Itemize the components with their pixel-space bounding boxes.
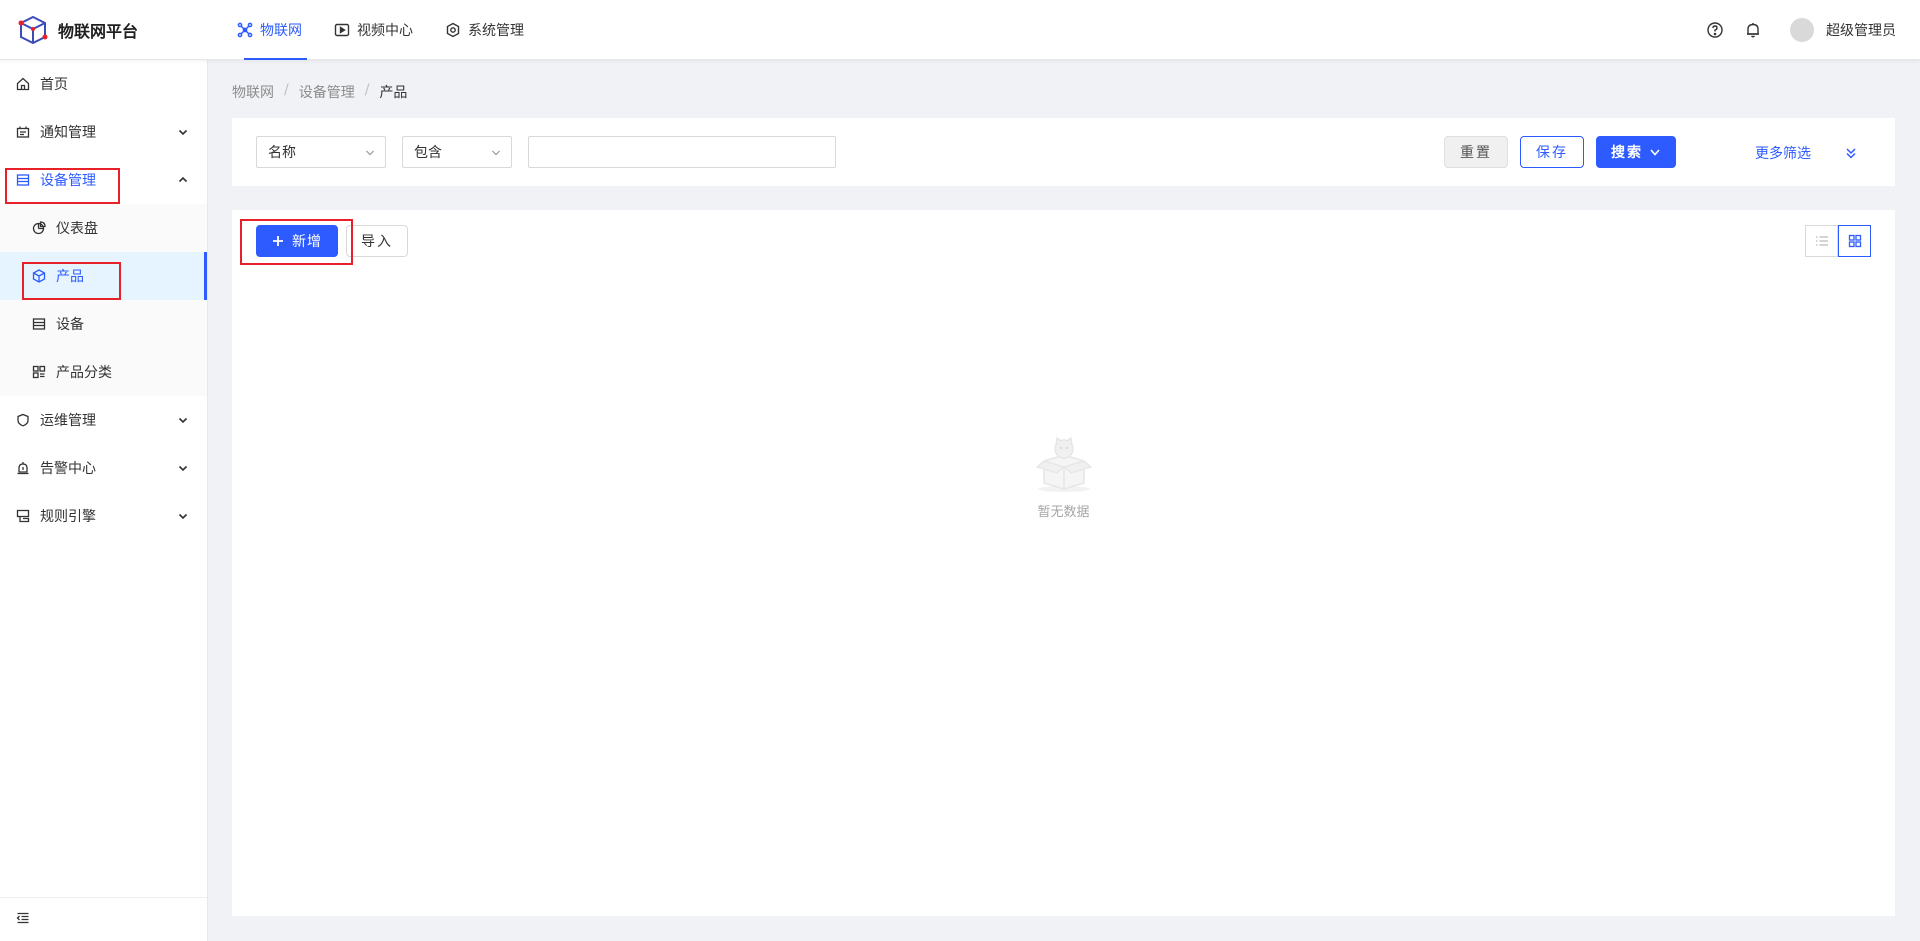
sidebar-item-alarm[interactable]: 告警中心	[0, 444, 207, 492]
list-view-icon	[1815, 236, 1828, 246]
operations-shield-icon	[17, 413, 29, 427]
chevron-down-icon	[178, 513, 188, 520]
sidebar-item-home[interactable]: 首页	[0, 60, 207, 108]
device-list-icon	[32, 318, 46, 330]
product-list-card: 新增 导入 暂无数据	[232, 210, 1895, 916]
save-button[interactable]: 保存	[1520, 136, 1584, 168]
chevron-down-icon	[178, 129, 188, 136]
operator-select[interactable]: 包含	[402, 136, 512, 168]
bell-icon[interactable]	[1744, 21, 1762, 39]
plus-icon	[273, 236, 283, 246]
topnav-label: 视频中心	[357, 23, 413, 39]
topnav-item-iot[interactable]: 物联网	[232, 0, 307, 60]
header-actions: 超级管理员	[1686, 0, 1896, 60]
breadcrumb-separator: /	[284, 82, 289, 98]
sidebar-item-notice[interactable]: 通知管理	[0, 108, 207, 156]
reset-button[interactable]: 重置	[1444, 136, 1508, 168]
app-title: 物联网平台	[58, 22, 139, 41]
sidebar-item-label: 产品	[56, 269, 84, 285]
filter-bar: 名称 包含 重置 保存 搜索 更多筛选	[232, 118, 1895, 186]
chevron-down-icon	[492, 150, 500, 156]
sidebar-item-label: 通知管理	[40, 125, 96, 141]
topnav-label: 物联网	[260, 23, 302, 39]
sidebar-item-device-management[interactable]: 设备管理	[0, 156, 207, 204]
reset-button-label: 重置	[1460, 145, 1492, 161]
add-button-label: 新增	[292, 234, 322, 250]
chevron-up-icon	[178, 176, 188, 183]
help-icon[interactable]	[1706, 21, 1724, 39]
sidebar-item-product-category[interactable]: 产品分类	[0, 348, 207, 396]
device-management-icon	[16, 174, 30, 186]
alarm-icon	[17, 462, 29, 475]
notice-icon	[16, 126, 30, 138]
username[interactable]: 超级管理员	[1826, 20, 1896, 40]
sidebar-footer	[0, 897, 207, 941]
list-view-button[interactable]	[1805, 225, 1838, 257]
breadcrumb-separator: /	[364, 82, 370, 98]
video-play-icon	[334, 23, 350, 37]
sidebar-item-label: 设备管理	[40, 173, 96, 189]
dashboard-pie-icon	[32, 221, 46, 235]
sidebar-item-label: 仪表盘	[56, 221, 98, 237]
double-chevron-down-icon[interactable]	[1844, 146, 1858, 160]
category-grid-icon	[32, 365, 46, 379]
sidebar-item-device[interactable]: 设备	[0, 300, 207, 348]
breadcrumb-item-current: 产品	[379, 85, 408, 101]
breadcrumb-item-iot[interactable]: 物联网	[232, 82, 274, 102]
search-button-label: 搜索	[1611, 145, 1643, 161]
avatar[interactable]	[1790, 18, 1814, 42]
view-toggle	[1805, 225, 1871, 257]
card-view-icon	[1848, 234, 1861, 248]
more-filter-link[interactable]: 更多筛选	[1755, 143, 1811, 163]
sidebar: 首页 通知管理 设备管理 仪表盘 产品 设备 产品分类 运维管理 告警中心 规则…	[0, 60, 208, 941]
search-button[interactable]: 搜索	[1596, 136, 1676, 168]
logo-cube-icon	[18, 15, 48, 45]
system-settings-icon	[446, 22, 460, 38]
add-button[interactable]: 新增	[256, 225, 338, 257]
sidebar-item-rule-engine[interactable]: 规则引擎	[0, 492, 207, 540]
filter-value-input[interactable]	[528, 136, 836, 168]
sidebar-item-product[interactable]: 产品	[0, 252, 207, 300]
empty-text: 暂无数据	[1037, 505, 1090, 520]
device-management-submenu: 仪表盘 产品 设备 产品分类	[0, 204, 207, 396]
product-cube-icon	[32, 269, 46, 283]
operator-select-value: 包含	[414, 145, 442, 161]
topnav-item-system[interactable]: 系统管理	[440, 0, 529, 60]
topnav-item-video[interactable]: 视频中心	[329, 0, 418, 60]
save-button-label: 保存	[1536, 145, 1568, 161]
sidebar-item-label: 运维管理	[40, 413, 96, 429]
import-button-label: 导入	[361, 234, 393, 250]
empty-state: 暂无数据	[232, 435, 1895, 520]
chevron-down-icon	[178, 417, 188, 424]
field-select[interactable]: 名称	[256, 136, 386, 168]
logo[interactable]: 物联网平台	[18, 15, 138, 45]
iot-icon	[237, 22, 253, 38]
sidebar-item-label: 首页	[40, 77, 68, 93]
import-button[interactable]: 导入	[346, 225, 408, 257]
home-icon	[16, 77, 30, 91]
sidebar-item-dashboard[interactable]: 仪表盘	[0, 204, 207, 252]
chevron-down-icon	[178, 465, 188, 472]
sidebar-item-label: 规则引擎	[40, 509, 96, 525]
sidebar-item-label: 产品分类	[56, 365, 112, 381]
topnav-label: 系统管理	[468, 23, 524, 39]
top-header: 物联网平台 物联网 视频中心 系统管理 超级管理员	[0, 0, 1920, 60]
chevron-down-icon	[1650, 149, 1660, 156]
card-view-button[interactable]	[1838, 225, 1871, 257]
collapse-menu-icon[interactable]	[16, 911, 30, 925]
top-navigation: 物联网 视频中心 系统管理	[232, 0, 551, 60]
breadcrumb: 物联网 / 设备管理 / 产品	[232, 82, 407, 102]
field-select-value: 名称	[268, 145, 296, 161]
breadcrumb-item-device-management[interactable]: 设备管理	[299, 82, 355, 102]
sidebar-item-label: 告警中心	[40, 461, 96, 477]
sidebar-item-operations[interactable]: 运维管理	[0, 396, 207, 444]
sidebar-item-label: 设备	[56, 317, 84, 333]
chevron-down-icon	[366, 150, 374, 156]
empty-box-icon	[1035, 436, 1092, 492]
rule-engine-icon	[16, 509, 30, 523]
